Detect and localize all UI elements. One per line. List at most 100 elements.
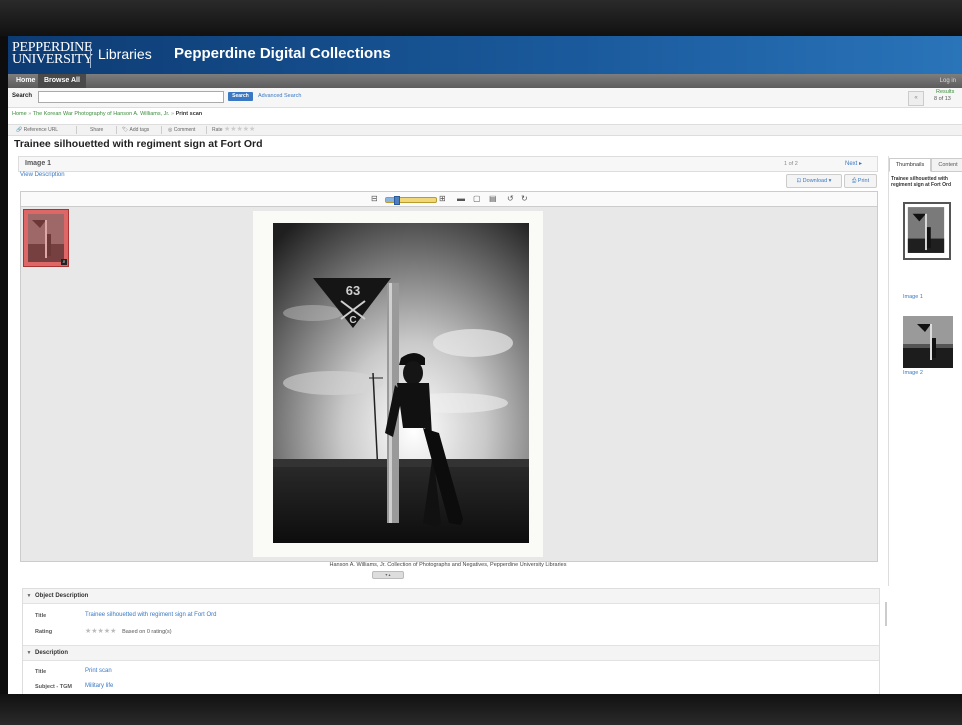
thumbnail-photo-2 — [903, 316, 953, 368]
object-description-title: Object Description — [35, 593, 89, 599]
sign-number: 63 — [346, 283, 360, 298]
description-header[interactable]: ▼ Description — [23, 645, 879, 661]
advanced-search-link[interactable]: Advanced Search — [258, 93, 301, 99]
comment-button[interactable]: ◎ Comment — [168, 126, 195, 134]
image-header: Image 1 1 of 2 Next ▸ — [18, 156, 878, 172]
page-count: 1 of 2 — [784, 161, 798, 167]
rating-label: Rating — [35, 629, 53, 635]
share-button[interactable]: Share — [90, 126, 103, 134]
description-panel: ▼ Object Description Title Trainee silhou… — [22, 588, 880, 694]
rating-value: ★★★★★ Based on 0 rating(s) — [85, 627, 172, 635]
pepperdine-logo[interactable]: PEPPERDINE UNIVERSITY — [12, 41, 93, 67]
add-tags-label: Add tags — [129, 127, 150, 133]
zoom-slider[interactable] — [385, 196, 437, 205]
thumbnail-photo-1 — [905, 204, 947, 256]
rotate-left-icon[interactable]: ↺ — [507, 194, 514, 204]
logo-line-2: UNIVERSITY — [12, 52, 93, 67]
desc-title-label: Title — [35, 669, 47, 675]
breadcrumb-home[interactable]: Home — [12, 111, 27, 117]
nav-home[interactable]: Home — [10, 74, 41, 88]
sidebar-item-title: Trainee silhouetted with regiment sign a… — [891, 176, 952, 188]
add-tags-button[interactable]: 🏷 Add tags — [122, 126, 149, 134]
print-button[interactable]: ⎙ Print — [844, 174, 877, 188]
reference-url-label: Reference URL — [23, 127, 59, 133]
breadcrumb-collection[interactable]: The Korean War Photography of Hanson A. … — [33, 111, 170, 117]
link-icon: 🔗 — [16, 127, 23, 133]
magnifier-icon: ⌕ — [61, 259, 67, 265]
download-button[interactable]: ⊡ Download ▾ — [786, 174, 842, 188]
toolbar-divider — [206, 126, 207, 134]
image-label: Image 1 — [25, 160, 52, 167]
screen-bottom-bezel — [0, 694, 962, 725]
rating-text: Based on 0 rating(s) — [122, 629, 172, 635]
fit-width-icon[interactable]: ▢ — [473, 194, 481, 204]
zoom-in-icon[interactable]: ⊞ — [439, 194, 446, 204]
rating-stars[interactable]: ★★★★★ — [85, 628, 116, 635]
object-description-header[interactable]: ▼ Object Description — [23, 589, 879, 604]
caption-toggle-chevron-icon[interactable]: ▾ ▴ — [372, 571, 404, 579]
rotate-right-icon[interactable]: ↻ — [521, 194, 528, 204]
toolbar-divider — [116, 126, 117, 134]
search-label: Search — [12, 93, 33, 99]
collapse-triangle-icon: ▼ — [26, 593, 32, 599]
thumbnail-sidebar: Thumbnails Content Trainee silhouetted w… — [888, 156, 962, 586]
zoom-slider-thumb[interactable] — [394, 196, 400, 205]
rate-stars[interactable]: ★★★★★ — [224, 126, 255, 133]
zoom-out-icon[interactable]: ⊟ — [371, 194, 378, 204]
login-link[interactable]: Log in — [940, 74, 956, 88]
subject-label: Subject - TGM — [35, 684, 72, 690]
photo-print: 63 C — [253, 211, 543, 557]
rate-label: Rate — [212, 127, 223, 133]
results-navigator: « Results 8 of 13 — [904, 88, 962, 107]
screen-top-bezel — [0, 0, 962, 36]
results-prev-arrow-icon[interactable]: « — [908, 91, 924, 106]
image-viewport[interactable]: ⌕ 63 C — [20, 206, 878, 562]
rate-control: Rate ★★★★★ — [212, 126, 255, 134]
toolbar-divider — [161, 126, 162, 134]
tab-content[interactable]: Content — [931, 158, 962, 172]
browser-page: PEPPERDINE UNIVERSITY Libraries Pepperdi… — [8, 36, 962, 694]
main-photograph[interactable]: 63 C — [273, 223, 529, 543]
tab-thumbnails[interactable]: Thumbnails — [889, 158, 931, 172]
nav-browse-all[interactable]: Browse All — [38, 74, 86, 88]
description-scrollbar[interactable] — [885, 602, 887, 626]
fit-window-icon[interactable]: ▬ — [457, 194, 465, 204]
item-title: Trainee silhouetted with regiment sign a… — [14, 138, 263, 150]
fit-height-icon[interactable]: ▤ — [489, 194, 497, 204]
desc-title-value[interactable]: Print scan — [85, 668, 112, 674]
collapse-triangle-icon: ▼ — [26, 650, 32, 656]
reference-url-button[interactable]: 🔗 Reference URL — [16, 126, 58, 134]
results-count: 8 of 13 — [934, 96, 951, 102]
search-input[interactable] — [38, 91, 224, 103]
main-nav: Home Browse All Log in — [8, 74, 962, 88]
thumbnail-label-2[interactable]: Image 2 — [903, 370, 923, 376]
next-page-link[interactable]: Next ▸ — [845, 160, 862, 167]
title-value-link[interactable]: Trainee silhouetted with regiment sign a… — [85, 612, 217, 618]
thumbnail-image-1[interactable] — [903, 202, 951, 260]
viewer-controls: ⊟ ⊞ ▬ ▢ ▤ ↺ ↻ — [20, 191, 878, 207]
item-toolbar: 🔗 Reference URL Share 🏷 Add tags ◎ Comme… — [8, 124, 962, 136]
thumbnail-image-2[interactable] — [903, 316, 953, 368]
navigator-photo — [28, 214, 64, 262]
comment-icon: ◎ — [168, 127, 173, 133]
sign-letter: C — [349, 315, 356, 326]
description-title: Description — [35, 650, 69, 656]
tag-icon: 🏷 — [122, 127, 129, 133]
image-caption: Hanson A. Williams, Jr. Collection of Ph… — [329, 562, 567, 568]
navigator-thumbnail[interactable]: ⌕ — [23, 209, 69, 267]
logo-divider — [90, 44, 91, 68]
title-label: Title — [35, 613, 47, 619]
view-description-link[interactable]: View Description — [20, 172, 65, 178]
thumbnail-label-1[interactable]: Image 1 — [903, 294, 923, 300]
toolbar-divider — [76, 126, 77, 134]
breadcrumb: Home » The Korean War Photography of Han… — [12, 111, 202, 117]
breadcrumb-current: Print scan — [175, 111, 203, 117]
site-title[interactable]: Pepperdine Digital Collections — [174, 45, 391, 62]
results-label[interactable]: Results — [936, 89, 954, 95]
search-button[interactable]: Search — [228, 92, 253, 101]
search-bar: Search Search Advanced Search — [8, 88, 962, 108]
comment-label: Comment — [173, 127, 196, 133]
libraries-link[interactable]: Libraries — [98, 46, 152, 62]
subject-value-link[interactable]: Military life — [85, 683, 113, 689]
site-banner: PEPPERDINE UNIVERSITY Libraries Pepperdi… — [8, 36, 962, 74]
